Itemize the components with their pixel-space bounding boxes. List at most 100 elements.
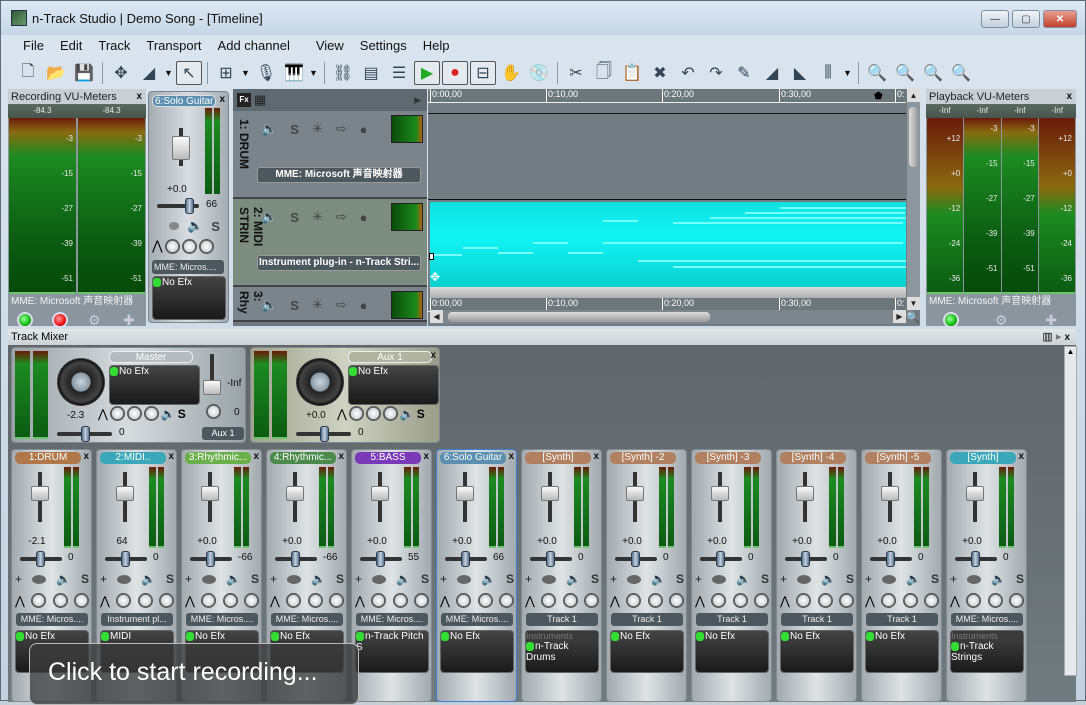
menu-edit[interactable]: Edit (52, 38, 90, 53)
menu-transport[interactable]: Transport (138, 38, 209, 53)
knob[interactable] (626, 593, 642, 608)
pan-slider[interactable] (275, 551, 317, 567)
record-arm-icon[interactable]: ● (360, 298, 368, 313)
volume-icon[interactable]: ⫼ (815, 61, 841, 85)
aux-select-button[interactable]: Aux 1 (202, 427, 244, 440)
speaker-icon[interactable]: 🔈 (226, 572, 241, 586)
zoom-out-horizontal-icon[interactable]: 🔍 (892, 61, 918, 85)
cd-burn-icon[interactable]: 💿 (526, 61, 552, 85)
knob[interactable] (222, 593, 238, 608)
device-selector[interactable]: MME: Micros.... (951, 613, 1023, 626)
efx-box[interactable]: n-Track Pitch S (355, 630, 429, 673)
eq-icon[interactable]: ⋀ (152, 238, 163, 254)
device-selector[interactable]: Track 1 (866, 613, 938, 626)
volume-fader[interactable] (201, 472, 219, 522)
close-icon[interactable]: x (83, 451, 89, 462)
eq-icon[interactable]: ⋀ (100, 594, 110, 608)
aux-send-knob[interactable] (206, 404, 221, 419)
record-arm-icon[interactable]: ● (360, 210, 368, 225)
volume-fader[interactable] (626, 472, 644, 522)
knob[interactable] (456, 593, 472, 608)
solo-icon[interactable]: S (166, 572, 174, 586)
knob[interactable] (711, 593, 727, 608)
solo-icon[interactable]: S (251, 572, 259, 586)
volume-fader[interactable] (116, 472, 134, 522)
knob[interactable] (477, 593, 493, 608)
solo-icon[interactable]: S (211, 219, 220, 234)
menu-add-channel[interactable]: Add channel (210, 38, 298, 53)
pan-slider[interactable] (57, 426, 112, 442)
efx-enabled-icon[interactable] (951, 641, 959, 651)
knob[interactable] (647, 593, 663, 608)
gear-icon[interactable]: ⚙ (995, 312, 1008, 329)
eq-icon[interactable]: ⋀ (865, 594, 875, 608)
zoom-out-vertical-icon[interactable]: 🔍 (948, 61, 974, 85)
scroll-thumb[interactable] (909, 107, 918, 167)
volume-fader[interactable] (456, 472, 474, 522)
knob[interactable] (158, 593, 174, 608)
efx-box[interactable]: No Efx (610, 630, 684, 673)
record-arm-icon[interactable]: ● (360, 122, 368, 137)
solo-icon[interactable]: S (846, 572, 854, 586)
add-icon[interactable]: + (780, 572, 787, 586)
maximize-button[interactable]: ▢ (1012, 10, 1040, 28)
knob[interactable] (73, 593, 89, 608)
add-icon[interactable]: + (610, 572, 617, 586)
knob[interactable] (52, 593, 68, 608)
pan-slider[interactable] (700, 551, 742, 567)
routing-icon[interactable]: ⛓ (330, 61, 356, 85)
chevron-down-icon[interactable]: ▼ (241, 68, 251, 78)
close-icon[interactable]: x (508, 451, 514, 462)
device-selector[interactable]: MME: Microsoft 声音映射器 (257, 167, 421, 183)
close-icon[interactable]: x (593, 451, 599, 462)
eq-icon[interactable]: ⋀ (337, 407, 347, 421)
solo-icon[interactable]: S (81, 572, 89, 586)
close-icon[interactable]: x (1066, 91, 1072, 102)
close-icon[interactable]: x (423, 451, 429, 462)
pan-slider[interactable] (785, 551, 827, 567)
knob[interactable] (923, 593, 939, 608)
piano-keyboard-icon[interactable]: 🎹 (281, 61, 307, 85)
track-header[interactable]: 3: Rhy 🔈 S ✳ ⇨ ● (233, 287, 427, 322)
knob[interactable] (198, 238, 214, 254)
eq-icon[interactable]: ⋀ (440, 594, 450, 608)
midi-clip[interactable] (430, 202, 906, 287)
knob[interactable] (31, 593, 47, 608)
pan-slider[interactable] (20, 551, 62, 567)
solo-icon[interactable]: S (591, 572, 599, 586)
chevron-down-icon[interactable]: ▼ (843, 68, 853, 78)
channel-name-chip[interactable]: 5:BASS (355, 452, 421, 464)
knob[interactable] (881, 593, 897, 608)
knob[interactable] (243, 593, 259, 608)
hand-tool-icon[interactable]: ✋ (498, 61, 524, 85)
knob[interactable] (164, 238, 180, 254)
volume-fader[interactable] (881, 472, 899, 522)
solo-icon[interactable]: S (421, 572, 429, 586)
new-file-icon[interactable]: 🗋 (15, 61, 41, 85)
speaker-icon[interactable]: 🔈 (991, 572, 1006, 586)
eq-icon[interactable]: ⋀ (525, 594, 535, 608)
channel-name-chip[interactable]: 6:Solo Guitar (440, 452, 506, 464)
volume-fader[interactable] (796, 472, 814, 522)
record-arm-icon[interactable] (712, 574, 727, 584)
efx-enabled-icon[interactable] (781, 631, 789, 641)
channel-name-chip[interactable]: [Synth] -3 (695, 452, 761, 464)
pan-slider[interactable] (615, 551, 657, 567)
knob[interactable] (902, 593, 918, 608)
menu-track[interactable]: Track (90, 38, 138, 53)
grid-snap-icon[interactable]: ⊞ (213, 61, 239, 85)
end-marker-icon[interactable]: ⬟ (874, 91, 883, 102)
device-selector[interactable]: MME: Micros.... (356, 613, 428, 626)
fx-star-icon[interactable]: ✳ (312, 209, 323, 225)
aux-return-fader[interactable] (203, 354, 221, 395)
efx-enabled-icon[interactable] (186, 631, 194, 641)
draw-icon[interactable]: ✎ (731, 61, 757, 85)
channel-name-chip[interactable]: 3:Rhythmic... (185, 452, 251, 464)
efx-box[interactable]: No Efx (109, 365, 200, 405)
device-selector[interactable]: Track 1 (526, 613, 598, 626)
knob[interactable] (817, 593, 833, 608)
mixer-vertical-scrollbar[interactable]: ▲ (1064, 346, 1077, 676)
efx-box[interactable]: No Efx (865, 630, 939, 673)
device-selector[interactable]: Instrument plug-in - n-Track Stri... (257, 255, 421, 271)
device-selector[interactable]: Track 1 (696, 613, 768, 626)
